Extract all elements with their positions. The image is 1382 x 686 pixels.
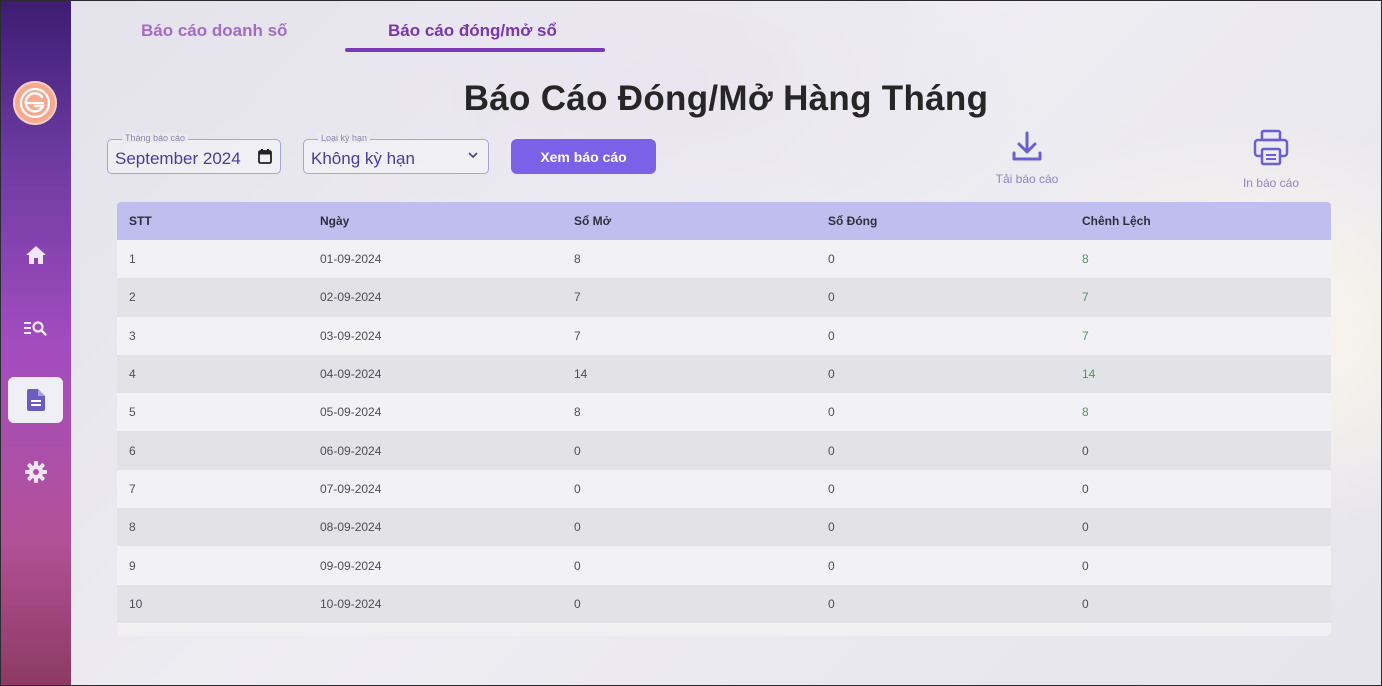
cell-opened: 0 bbox=[574, 481, 581, 496]
download-report-button[interactable]: Tải báo cáo bbox=[991, 129, 1063, 186]
cell-closed: 0 bbox=[828, 290, 835, 305]
cell-difference: 0 bbox=[1082, 596, 1089, 611]
cell-opened: 14 bbox=[574, 367, 588, 382]
term-type-select[interactable]: Loại kỳ hạn Không kỳ hạn bbox=[303, 133, 489, 174]
printer-icon bbox=[1253, 129, 1289, 166]
chevron-down-icon bbox=[468, 152, 478, 159]
cell-difference: 0 bbox=[1082, 520, 1089, 535]
term-type-label: Loại kỳ hạn bbox=[318, 133, 371, 143]
table-row: 8 08-09-2024 0 0 0 bbox=[117, 508, 1331, 547]
cell-date: 01-09-2024 bbox=[320, 252, 382, 267]
download-icon bbox=[1012, 131, 1042, 161]
header-stt: STT bbox=[129, 214, 152, 228]
search-list-icon bbox=[23, 321, 47, 336]
table-header: STT Ngày Sổ Mở Sổ Đóng Chênh Lệch bbox=[117, 202, 1331, 240]
table-body: 1 01-09-2024 8 0 8 2 02-09-2024 7 0 7 3 … bbox=[117, 240, 1331, 623]
cell-difference: 0 bbox=[1082, 481, 1089, 496]
cell-opened: 8 bbox=[574, 405, 581, 420]
cell-difference: 7 bbox=[1082, 290, 1089, 305]
cell-difference: 0 bbox=[1082, 558, 1089, 573]
cell-difference: 8 bbox=[1082, 252, 1089, 267]
cell-stt: 6 bbox=[129, 443, 136, 458]
table-row: 1 01-09-2024 8 0 8 bbox=[117, 240, 1331, 279]
cell-difference: 8 bbox=[1082, 405, 1089, 420]
cell-stt: 10 bbox=[129, 596, 143, 611]
cell-closed: 0 bbox=[828, 596, 835, 611]
cell-opened: 7 bbox=[574, 290, 581, 305]
cell-closed: 0 bbox=[828, 481, 835, 496]
cell-closed: 0 bbox=[828, 367, 835, 382]
cell-closed: 0 bbox=[828, 520, 835, 535]
header-closed: Sổ Đóng bbox=[828, 214, 878, 228]
sidebar-item-search-list[interactable] bbox=[8, 305, 63, 351]
print-report-label: In báo cáo bbox=[1242, 176, 1300, 190]
cell-closed: 0 bbox=[828, 443, 835, 458]
cell-stt: 9 bbox=[129, 558, 136, 573]
cell-stt: 5 bbox=[129, 405, 136, 420]
header-difference: Chênh Lệch bbox=[1082, 214, 1151, 228]
cell-closed: 0 bbox=[828, 252, 835, 267]
cell-opened: 7 bbox=[574, 328, 581, 343]
download-report-label: Tải báo cáo bbox=[995, 172, 1059, 186]
cell-opened: 0 bbox=[574, 596, 581, 611]
report-table: STT Ngày Sổ Mở Sổ Đóng Chênh Lệch 1 01-0… bbox=[117, 202, 1331, 636]
cell-date: 09-09-2024 bbox=[320, 558, 382, 573]
tab-sales-report[interactable]: Báo cáo doanh số bbox=[141, 21, 287, 41]
table-row: 7 07-09-2024 0 0 0 bbox=[117, 469, 1331, 509]
cell-date: 06-09-2024 bbox=[320, 443, 382, 458]
term-type-value: Không kỳ hạn bbox=[311, 149, 415, 168]
gear-icon bbox=[24, 461, 47, 483]
cell-closed: 0 bbox=[828, 405, 835, 420]
cell-opened: 8 bbox=[574, 252, 581, 267]
document-icon bbox=[26, 389, 45, 411]
cell-date: 02-09-2024 bbox=[320, 290, 382, 305]
cell-date: 10-09-2024 bbox=[320, 596, 382, 611]
cell-date: 07-09-2024 bbox=[320, 481, 382, 496]
month-picker-value: September 2024 bbox=[115, 149, 241, 168]
table-row: 6 06-09-2024 0 0 0 bbox=[117, 431, 1331, 470]
cell-opened: 0 bbox=[574, 558, 581, 573]
month-picker-label: Tháng báo cáo bbox=[122, 133, 189, 143]
table-row: 5 05-09-2024 8 0 8 bbox=[117, 393, 1331, 432]
cell-stt: 1 bbox=[129, 252, 136, 267]
cell-date: 08-09-2024 bbox=[320, 520, 382, 535]
header-date: Ngày bbox=[320, 214, 350, 228]
active-tab-indicator bbox=[345, 48, 605, 52]
page-title: Báo Cáo Đóng/Mở Hàng Tháng bbox=[463, 79, 989, 118]
cell-difference: 0 bbox=[1082, 443, 1089, 458]
table-row: 3 03-09-2024 7 0 7 bbox=[117, 316, 1331, 355]
month-picker[interactable]: Tháng báo cáo September 2024 bbox=[107, 133, 281, 174]
sidebar-item-reports[interactable] bbox=[8, 377, 63, 423]
cell-difference: 14 bbox=[1082, 367, 1096, 382]
print-report-button[interactable]: In báo cáo bbox=[1237, 129, 1305, 190]
cell-date: 03-09-2024 bbox=[320, 328, 382, 343]
cell-date: 05-09-2024 bbox=[320, 405, 382, 420]
cell-stt: 3 bbox=[129, 328, 136, 343]
table-row: 4 04-09-2024 14 0 14 bbox=[117, 354, 1331, 394]
cell-opened: 0 bbox=[574, 520, 581, 535]
cell-closed: 0 bbox=[828, 558, 835, 573]
cell-stt: 2 bbox=[129, 290, 136, 305]
cell-date: 04-09-2024 bbox=[320, 367, 382, 382]
table-row: 10 10-09-2024 0 0 0 bbox=[117, 584, 1331, 623]
app-window: Báo cáo doanh số Báo cáo đóng/mở sổ Báo … bbox=[0, 0, 1382, 686]
cell-closed: 0 bbox=[828, 328, 835, 343]
cell-stt: 4 bbox=[129, 367, 136, 382]
cell-opened: 0 bbox=[574, 443, 581, 458]
table-row: 2 02-09-2024 7 0 7 bbox=[117, 278, 1331, 317]
sidebar-item-settings[interactable] bbox=[8, 449, 63, 495]
sidebar-item-home[interactable] bbox=[8, 232, 63, 278]
cell-stt: 8 bbox=[129, 520, 136, 535]
tab-open-close-report[interactable]: Báo cáo đóng/mở sổ bbox=[388, 21, 557, 41]
view-report-button[interactable]: Xem báo cáo bbox=[511, 139, 656, 174]
table-row: 9 09-09-2024 0 0 0 bbox=[117, 546, 1331, 585]
header-opened: Sổ Mở bbox=[574, 214, 612, 228]
home-icon bbox=[25, 246, 46, 264]
cell-difference: 7 bbox=[1082, 328, 1089, 343]
calendar-icon[interactable] bbox=[258, 149, 272, 164]
cell-stt: 7 bbox=[129, 481, 136, 496]
